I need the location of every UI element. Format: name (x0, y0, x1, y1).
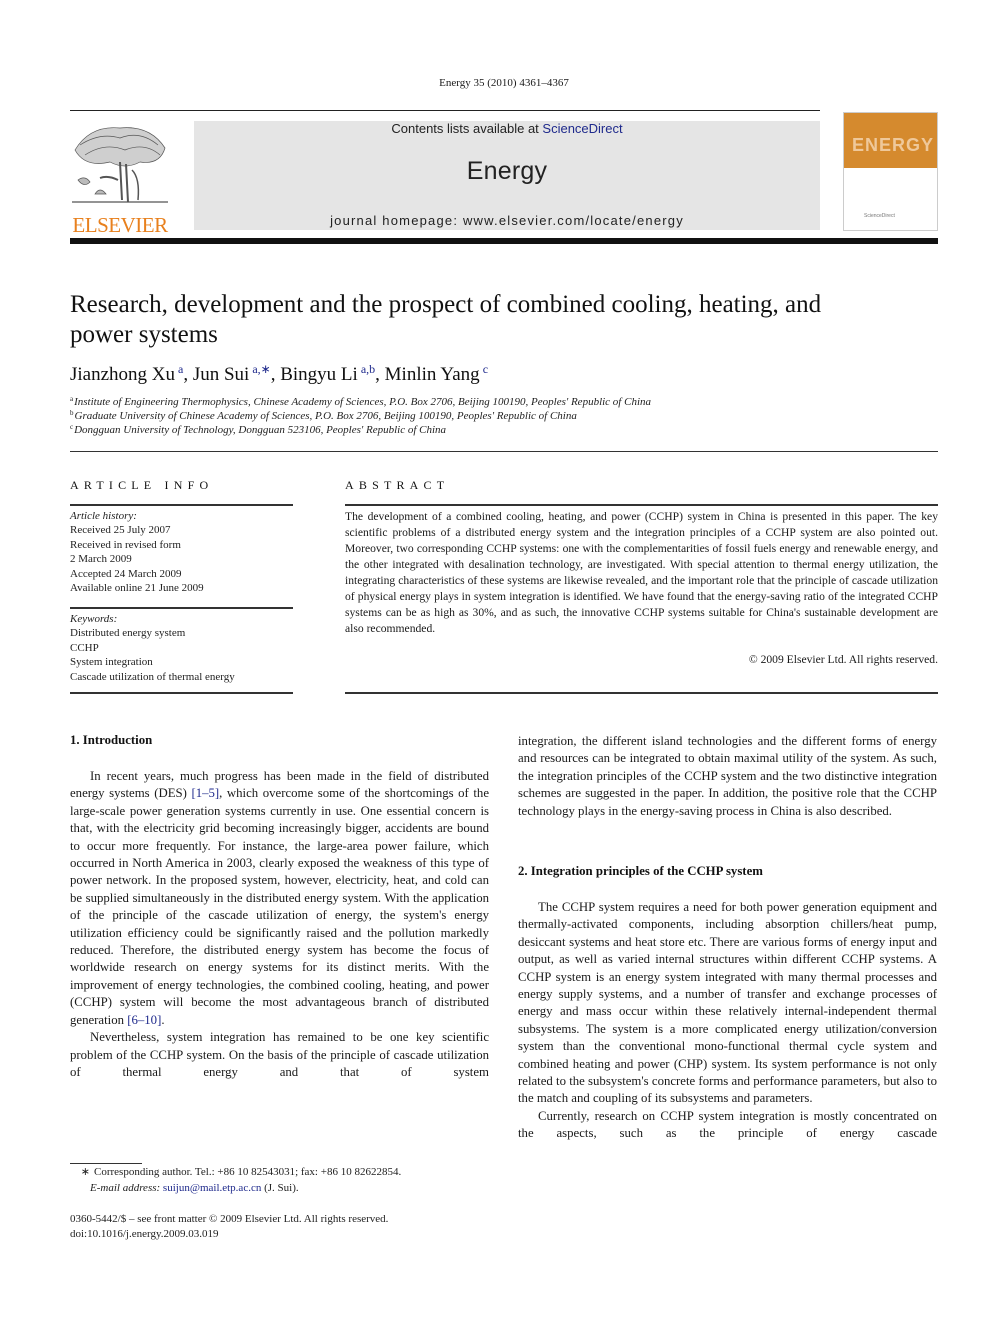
article-title: Research, development and the prospect o… (70, 291, 822, 348)
email-link[interactable]: suijun@mail.etp.ac.cn (163, 1182, 261, 1194)
author-affil-mark[interactable]: a,∗ (252, 362, 270, 376)
journal-cover-thumbnail[interactable]: ENERGY ScienceDirect (843, 112, 938, 231)
abstract-copyright: © 2009 Elsevier Ltd. All rights reserved… (748, 653, 938, 666)
history-label: Article history: (70, 510, 137, 522)
body-column-right-section2: The CCHP system requires a need for both… (518, 899, 937, 1143)
paragraph: Currently, research on CCHP system integ… (518, 1108, 937, 1141)
text-run: , which overcome some of the shortcoming… (70, 786, 489, 1027)
history-item: Available online 21 June 2009 (70, 582, 204, 595)
divider (70, 692, 293, 694)
affiliation-text: Graduate University of Chinese Academy o… (74, 410, 577, 422)
abstract-heading: ABSTRACT (345, 478, 450, 492)
affiliation-mark: a (70, 395, 74, 403)
affiliation-text: Institute of Engineering Thermophysics, … (74, 396, 652, 408)
affiliation-mark: c (70, 423, 74, 431)
affiliation-mark: b (70, 409, 74, 417)
email-suffix: (J. Sui). (261, 1181, 299, 1194)
journal-banner: Contents lists available at ScienceDirec… (194, 121, 820, 230)
doi-link[interactable]: doi:10.1016/j.energy.2009.03.019 (70, 1227, 388, 1242)
footnote-divider (70, 1163, 142, 1164)
elsevier-logo[interactable]: ELSEVIER (70, 120, 170, 237)
history-item: Received 25 July 2007 (70, 524, 171, 537)
author-affil-mark[interactable]: a (178, 362, 183, 376)
affiliation-text: Dongguan University of Technology, Dongg… (74, 424, 447, 436)
keyword: CCHP (70, 641, 99, 654)
section-heading-integration-principles: 2. Integration principles of the CCHP sy… (518, 864, 763, 878)
footnote-contact: Corresponding author. Tel.: +86 10 82543… (94, 1166, 402, 1178)
paragraph: The CCHP system requires a need for both… (518, 900, 937, 1106)
keyword: System integration (70, 656, 153, 669)
journal-citation: Energy 35 (2010) 4361–4367 (439, 77, 569, 89)
email-label: E-mail address: (90, 1181, 163, 1194)
text-run: . (161, 1012, 165, 1027)
citation-link[interactable]: [1–5] (191, 786, 219, 800)
affiliation: aInstitute of Engineering Thermophysics,… (70, 395, 651, 408)
keywords: Keywords: Distributed energy system CCHP… (70, 612, 235, 684)
issn-line: 0360-5442/$ – see front matter © 2009 El… (70, 1213, 389, 1225)
divider (70, 607, 293, 609)
abstract-text: The development of a combined cooling, h… (345, 510, 938, 635)
author-name[interactable]: Minlin Yang (385, 364, 480, 385)
body-column-left: In recent years, much progress has been … (70, 768, 489, 1081)
keyword: Distributed energy system (70, 627, 186, 640)
corresponding-author-footnote: ∗ Corresponding author. Tel.: +86 10 8254… (70, 1165, 401, 1196)
divider (70, 504, 293, 506)
article-history: Article history: Received 25 July 2007 R… (70, 509, 204, 595)
header-divider (70, 110, 820, 111)
history-item: Received in revised form (70, 538, 181, 551)
journal-homepage-link[interactable]: journal homepage: www.elsevier.com/locat… (194, 213, 820, 228)
author-name[interactable]: Bingyu Li (280, 364, 358, 385)
cover-title: ENERGY (852, 135, 935, 155)
affiliation: cDongguan University of Technology, Dong… (70, 423, 446, 436)
keywords-label: Keywords: (70, 613, 118, 625)
front-matter: 0360-5442/$ – see front matter © 2009 El… (70, 1212, 388, 1241)
tree-logo-icon (72, 127, 168, 203)
keyword: Cascade utilization of thermal energy (70, 670, 235, 683)
author-name[interactable]: Jun Sui (193, 364, 250, 385)
divider (70, 451, 938, 452)
author-name[interactable]: Jianzhong Xu (70, 364, 175, 385)
sciencedirect-link[interactable]: ScienceDirect (542, 121, 622, 136)
divider (345, 692, 938, 694)
cover-sciencedirect: ScienceDirect (864, 213, 895, 219)
author-affil-mark[interactable]: a,b (361, 362, 375, 376)
history-item: Accepted 24 March 2009 (70, 567, 182, 580)
elsevier-wordmark: ELSEVIER (72, 213, 168, 237)
affiliation: bGraduate University of Chinese Academy … (70, 409, 577, 422)
header-thick-rule (70, 238, 938, 244)
paragraph-continued: integration, the different island techno… (518, 734, 937, 818)
author-affil-mark[interactable]: c (483, 362, 488, 376)
section-heading-introduction: 1. Introduction (70, 733, 153, 747)
paragraph: In recent years, much progress has been … (70, 768, 489, 1029)
body-column-right: integration, the different island techno… (518, 733, 937, 820)
journal-name: Energy (466, 157, 548, 185)
contents-prefix: Contents lists available at (391, 121, 543, 136)
article-info-heading: ARTICLE INFO (70, 478, 214, 492)
author-list: Jianzhong Xu a, Jun Sui a,∗, Bingyu Li a,b,… (70, 362, 489, 385)
citation-link[interactable]: [6–10] (127, 1013, 161, 1027)
divider (345, 504, 938, 506)
footnote-mark: ∗ (80, 1166, 90, 1178)
history-item: 2 March 2009 (70, 553, 132, 566)
contents-line: Contents lists available at ScienceDirec… (194, 121, 820, 136)
paragraph: Nevertheless, system integration has rem… (70, 1030, 489, 1079)
